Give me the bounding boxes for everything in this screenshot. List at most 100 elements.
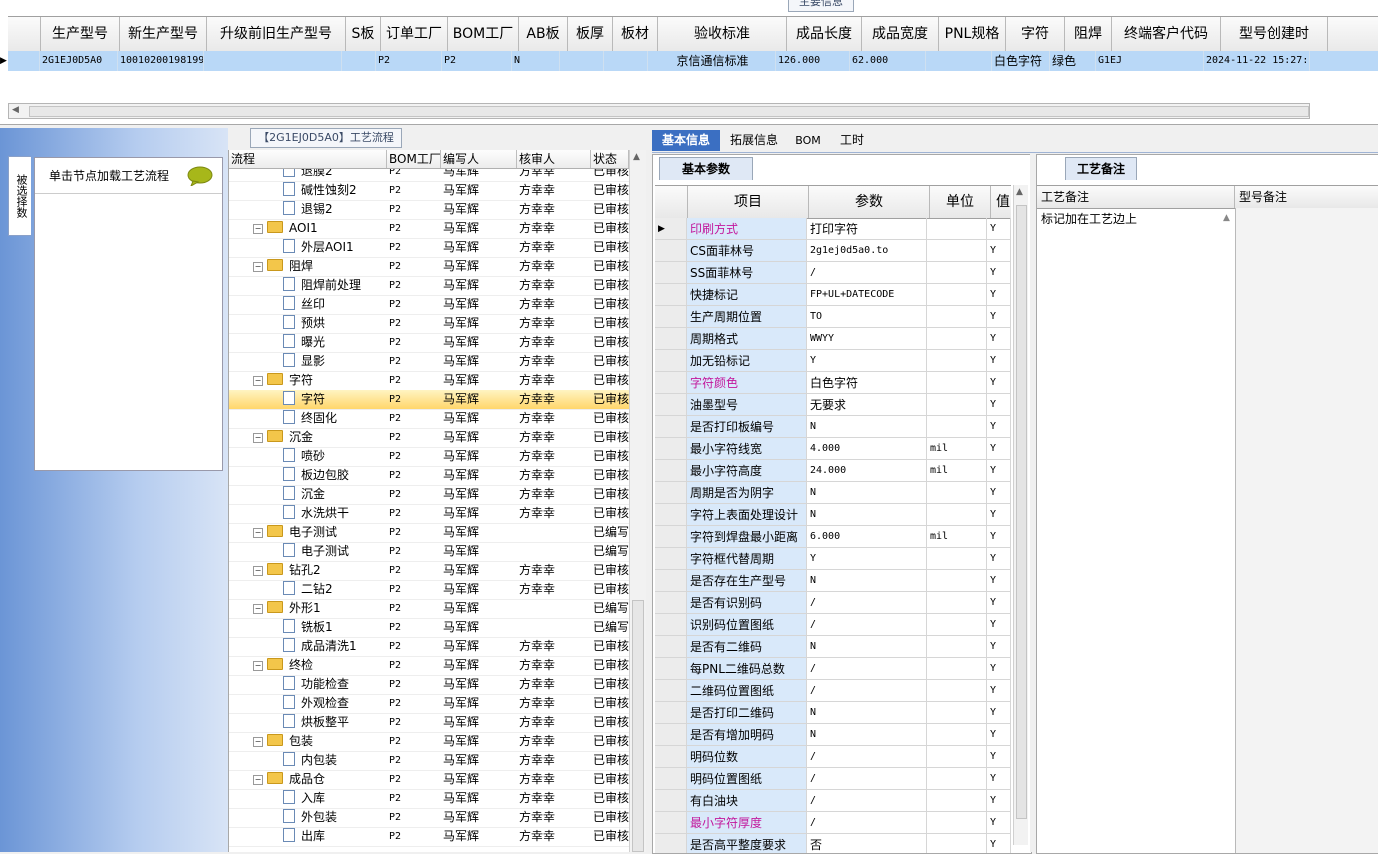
tree-node[interactable]: 终固化 — [229, 409, 387, 428]
tree-node[interactable]: − AOI1 — [229, 219, 387, 238]
col-header[interactable]: 新生产型号 — [120, 17, 207, 51]
tree-node[interactable]: 出库 — [229, 827, 387, 846]
tree-node[interactable]: 板边包胶 — [229, 466, 387, 485]
tree-node[interactable]: 曝光 — [229, 333, 387, 352]
param-row[interactable]: 每PNL二维码总数 / Y — [655, 658, 1011, 680]
process-remark-tab[interactable]: 工艺备注 — [1065, 157, 1137, 180]
param-flag[interactable]: Y — [987, 372, 1011, 394]
tree-row[interactable]: 内包装 P2 马军辉 方幸幸 已审核 — [229, 751, 629, 771]
col-header[interactable]: BOM工厂 — [448, 17, 519, 51]
param-flag[interactable]: Y — [987, 768, 1011, 790]
param-value[interactable]: 白色字符 — [807, 372, 927, 394]
param-row[interactable]: 有白油块 / Y — [655, 790, 1011, 812]
param-row[interactable]: 是否有识别码 / Y — [655, 592, 1011, 614]
vertical-splitter[interactable] — [646, 128, 652, 852]
param-row[interactable]: 二维码位置图纸 / Y — [655, 680, 1011, 702]
param-flag[interactable]: Y — [987, 614, 1011, 636]
param-row[interactable]: 明码位置图纸 / Y — [655, 768, 1011, 790]
tree-row[interactable]: − 沉金 P2 马军辉 方幸幸 已审核 — [229, 428, 629, 448]
col-header[interactable]: 阻焊 — [1065, 17, 1112, 51]
param-flag[interactable]: Y — [987, 548, 1011, 570]
cell[interactable] — [342, 51, 376, 71]
tree-node[interactable]: − 终检 — [229, 656, 387, 675]
param-flag[interactable]: Y — [987, 790, 1011, 812]
col-header[interactable]: 升级前旧生产型号 — [207, 17, 346, 51]
param-value[interactable]: / — [807, 790, 927, 812]
cell[interactable]: 62.000 — [850, 51, 926, 71]
col-header[interactable]: 成品长度 — [787, 17, 862, 51]
param-row[interactable]: 字符上表面处理设计 N Y — [655, 504, 1011, 526]
param-row[interactable]: 周期是否为阴字 N Y — [655, 482, 1011, 504]
tree-row[interactable]: 板边包胶 P2 马军辉 方幸幸 已审核 — [229, 466, 629, 486]
cell[interactable]: 白色字符 — [992, 51, 1050, 71]
main-info-row[interactable]: 2G1EJ0D5A0 10010200198199 P2 P2 N 京信通信标准 126.0… — [8, 51, 1378, 71]
tree-node[interactable]: − 沉金 — [229, 428, 387, 447]
param-value[interactable]: FP+UL+DATECODE — [807, 284, 927, 306]
param-row[interactable]: 生产周期位置 TO Y — [655, 306, 1011, 328]
param-flag[interactable]: Y — [987, 306, 1011, 328]
param-value[interactable]: N — [807, 724, 927, 746]
col-header[interactable]: 字符 — [1006, 17, 1065, 51]
param-value[interactable]: 打印字符 — [807, 218, 927, 240]
tree-row[interactable]: 碱性蚀刻2 P2 马军辉 方幸幸 已审核 — [229, 181, 629, 201]
tree-node[interactable]: − 成品仓 — [229, 770, 387, 789]
col-header[interactable]: 订单工厂 — [381, 17, 448, 51]
param-value[interactable]: Y — [807, 548, 927, 570]
col-header[interactable]: S板 — [346, 17, 381, 51]
param-row[interactable]: 最小字符厚度 / Y — [655, 812, 1011, 834]
tree-row[interactable]: 外层AOI1 P2 马军辉 方幸幸 已审核 — [229, 238, 629, 258]
params-vertical-scrollbar[interactable]: ▲ — [1013, 185, 1028, 845]
tree-node[interactable]: 外观检查 — [229, 694, 387, 713]
param-flag[interactable]: Y — [987, 724, 1011, 746]
param-flag[interactable]: Y — [987, 460, 1011, 482]
param-row[interactable]: 明码位数 / Y — [655, 746, 1011, 768]
param-value[interactable]: WWYY — [807, 328, 927, 350]
param-flag[interactable]: Y — [987, 482, 1011, 504]
tree-node[interactable]: 铣板1 — [229, 618, 387, 637]
param-value[interactable]: / — [807, 680, 927, 702]
tree-row[interactable]: 水洗烘干 P2 马军辉 方幸幸 已审核 — [229, 504, 629, 524]
tree-node[interactable]: 烘板整平 — [229, 713, 387, 732]
col-header[interactable]: 板厚 — [568, 17, 613, 51]
tree-row[interactable]: 出库 P2 马军辉 方幸幸 已审核 — [229, 827, 629, 847]
cell[interactable] — [926, 51, 992, 71]
param-value[interactable]: 否 — [807, 834, 927, 853]
tree-row[interactable]: − 字符 P2 马军辉 方幸幸 已审核 — [229, 371, 629, 391]
param-flag[interactable]: Y — [987, 592, 1011, 614]
param-flag[interactable]: Y — [987, 658, 1011, 680]
scroll-up-icon[interactable]: ▲ — [1016, 187, 1023, 197]
param-value[interactable]: / — [807, 746, 927, 768]
model-remark-area[interactable] — [1235, 208, 1378, 853]
param-row[interactable]: 周期格式 WWYY Y — [655, 328, 1011, 350]
param-value[interactable]: / — [807, 768, 927, 790]
tree-row[interactable]: 烘板整平 P2 马军辉 方幸幸 已审核 — [229, 713, 629, 733]
param-row[interactable]: 快捷标记 FP+UL+DATECODE Y — [655, 284, 1011, 306]
param-row[interactable]: 最小字符线宽 4.000 mil Y — [655, 438, 1011, 460]
cell[interactable]: P2 — [376, 51, 442, 71]
param-row[interactable]: 识别码位置图纸 / Y — [655, 614, 1011, 636]
param-flag[interactable]: Y — [987, 262, 1011, 284]
param-flag[interactable]: Y — [987, 526, 1011, 548]
param-flag[interactable]: Y — [987, 394, 1011, 416]
param-value[interactable]: N — [807, 636, 927, 658]
col-header[interactable]: AB板 — [519, 17, 568, 51]
tree-row[interactable]: 阻焊前处理 P2 马军辉 方幸幸 已审核 — [229, 276, 629, 296]
param-flag[interactable]: Y — [987, 438, 1011, 460]
collapse-icon[interactable]: − — [253, 528, 263, 538]
tree-node[interactable]: 退锡2 — [229, 200, 387, 219]
param-value[interactable]: 2g1ej0d5a0.to — [807, 240, 927, 262]
param-value[interactable]: 6.000 — [807, 526, 927, 548]
col-header[interactable]: 型号创建时 — [1221, 17, 1328, 51]
tree-row[interactable]: 退锡2 P2 马军辉 方幸幸 已审核 — [229, 200, 629, 220]
collapse-icon[interactable]: − — [253, 604, 263, 614]
tree-row[interactable]: − 包装 P2 马军辉 方幸幸 已审核 — [229, 732, 629, 752]
tree-row[interactable]: 入库 P2 马军辉 方幸幸 已审核 — [229, 789, 629, 809]
tree-col-header[interactable]: 核审人 — [517, 150, 591, 168]
basic-params-tab[interactable]: 基本参数 — [659, 157, 753, 180]
cell[interactable] — [604, 51, 648, 71]
param-value[interactable]: N — [807, 482, 927, 504]
collapse-icon[interactable]: − — [253, 224, 263, 234]
col-header[interactable]: 验收标准 — [658, 17, 787, 51]
tree-node[interactable]: 喷砂 — [229, 447, 387, 466]
param-value[interactable]: 4.000 — [807, 438, 927, 460]
